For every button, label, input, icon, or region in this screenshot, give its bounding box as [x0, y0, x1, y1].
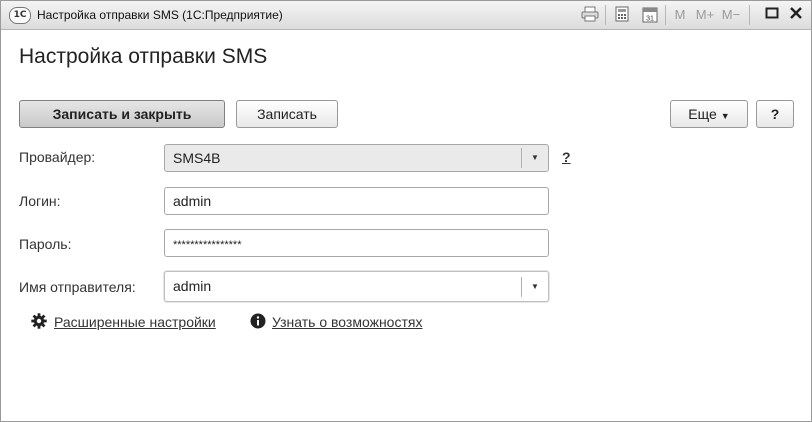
provider-value: SMS4B — [173, 150, 221, 166]
memory-plus-button[interactable]: M+ — [693, 6, 717, 24]
dropdown-separator — [521, 277, 522, 297]
password-label: Пароль: — [19, 236, 72, 252]
more-button-label: Еще — [688, 106, 717, 122]
chevron-down-icon: ▼ — [720, 111, 730, 121]
help-button[interactable]: ? — [756, 100, 794, 128]
maximize-icon[interactable] — [763, 6, 781, 24]
page-title: Настройка отправки SMS — [19, 45, 268, 68]
save-and-close-button[interactable]: Записать и закрыть — [19, 100, 225, 128]
title-bar: 1С Настройка отправки SMS (1С:Предприяти… — [1, 1, 811, 30]
provider-select[interactable]: SMS4B ▼ — [164, 144, 549, 172]
app-logo: 1С — [9, 7, 31, 24]
provider-help-link[interactable]: ? — [562, 149, 571, 165]
provider-label: Провайдер: — [19, 149, 96, 165]
memory-minus-button[interactable]: M− — [719, 6, 743, 24]
info-icon — [250, 313, 266, 329]
gear-icon — [31, 313, 47, 329]
close-icon[interactable] — [787, 6, 805, 24]
chevron-down-icon[interactable]: ▼ — [523, 145, 547, 171]
printer-icon[interactable] — [579, 6, 601, 24]
toolbar-separator — [665, 5, 666, 25]
app-window: 1С Настройка отправки SMS (1С:Предприяти… — [0, 0, 812, 422]
login-input[interactable]: admin — [164, 187, 549, 215]
toolbar-separator — [605, 5, 606, 25]
calendar-day: 31 — [646, 16, 654, 23]
password-input[interactable]: **************** — [164, 229, 549, 257]
learn-more-link[interactable]: Узнать о возможностях — [272, 314, 422, 330]
advanced-settings-link[interactable]: Расширенные настройки — [54, 314, 216, 330]
calculator-icon[interactable] — [611, 6, 633, 24]
login-value: admin — [173, 193, 212, 209]
login-label: Логин: — [19, 193, 61, 209]
more-button[interactable]: Еще ▼ — [670, 100, 748, 128]
memory-button[interactable]: M — [671, 6, 689, 24]
window-title: Настройка отправки SMS (1С:Предприятие) — [37, 8, 283, 22]
sender-label: Имя отправителя: — [19, 279, 136, 295]
chevron-down-icon[interactable]: ▼ — [523, 272, 547, 301]
sender-value: admin — [173, 278, 212, 294]
dropdown-separator — [521, 148, 522, 168]
calendar-icon[interactable]: 31 — [639, 6, 661, 24]
password-value: **************** — [173, 239, 242, 251]
sender-select[interactable]: admin ▼ — [164, 271, 549, 302]
toolbar-separator — [749, 5, 750, 25]
save-button[interactable]: Записать — [236, 100, 338, 128]
